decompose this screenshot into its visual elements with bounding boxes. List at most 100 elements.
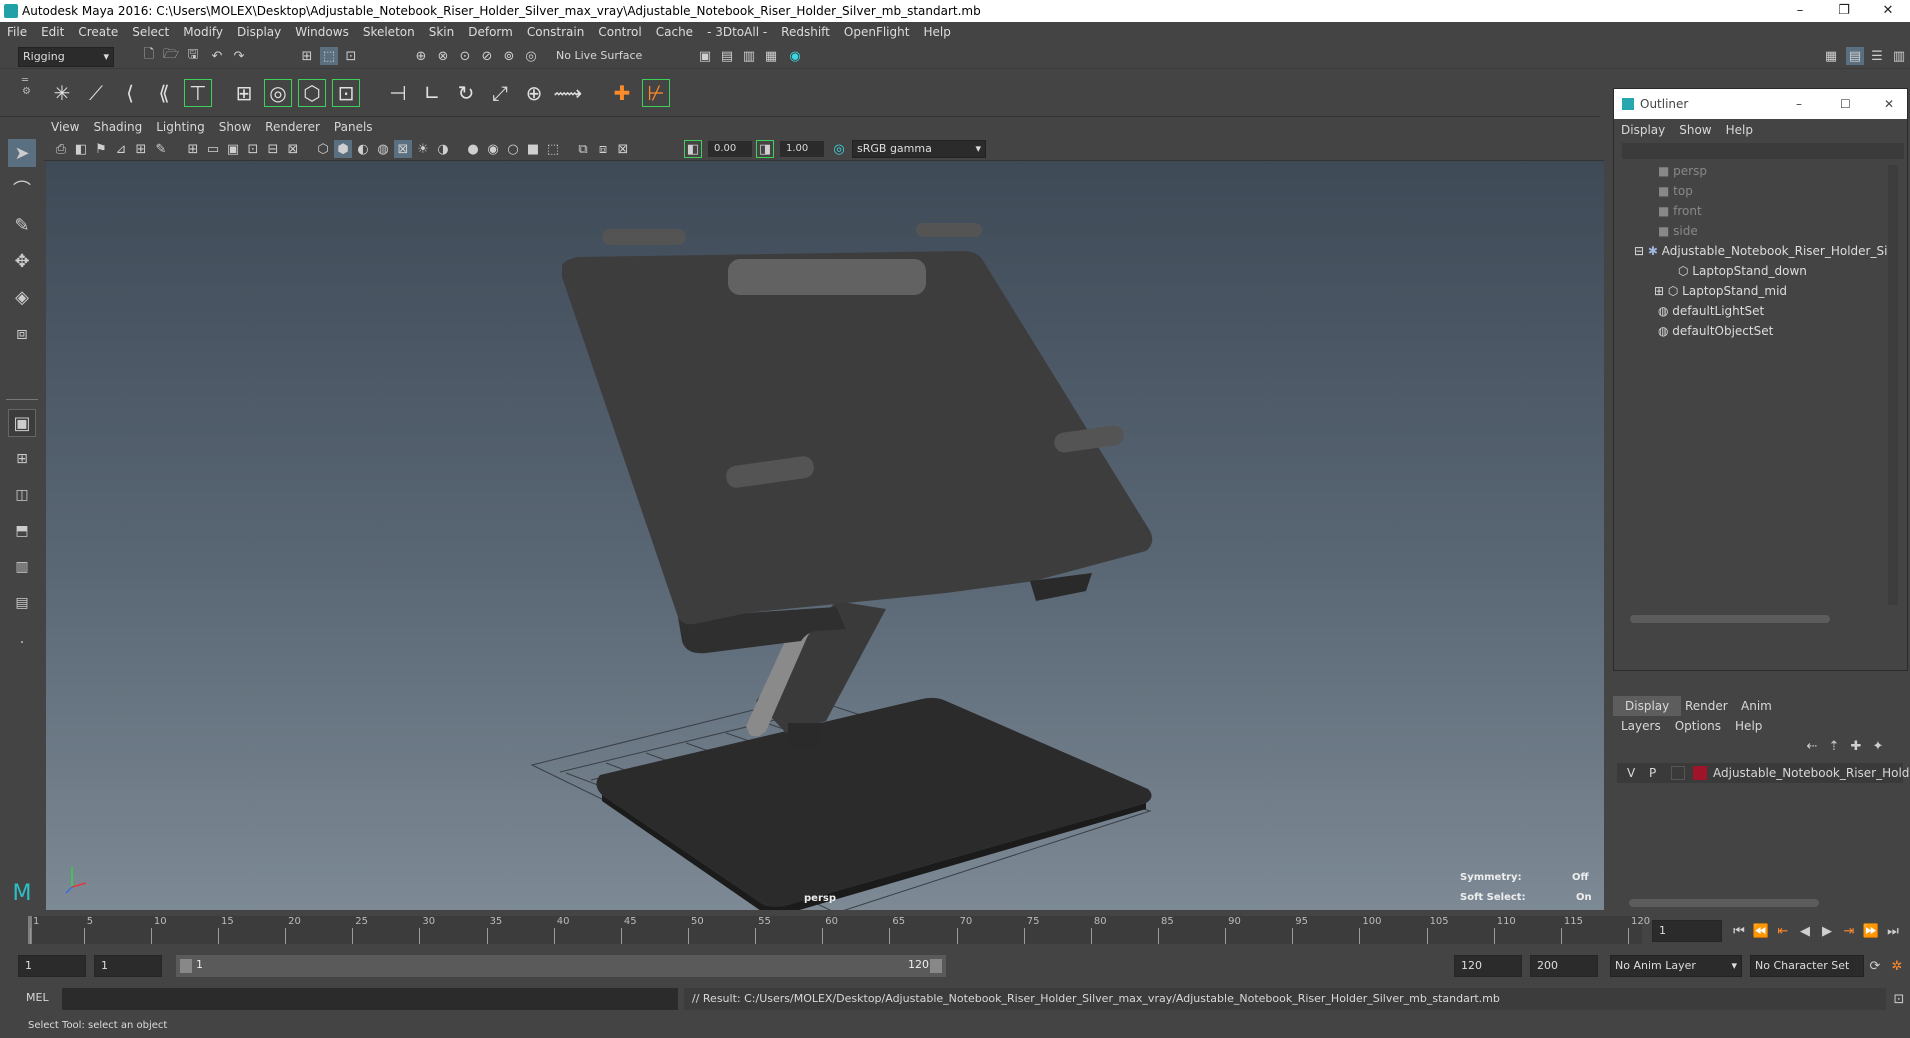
outliner-menu-show[interactable]: Show <box>1672 119 1718 141</box>
outliner-item-side[interactable]: ■ side <box>1658 221 1698 241</box>
scale-constraint-icon[interactable]: ⤢ <box>486 79 514 107</box>
hypershade-icon[interactable]: ◉ <box>786 47 804 65</box>
isolate-select-icon[interactable]: ⬚ <box>544 140 562 158</box>
grid-toggle-icon[interactable]: ⊞ <box>184 140 202 158</box>
menu-skin[interactable]: Skin <box>422 22 462 43</box>
range-end-handle[interactable] <box>930 959 942 973</box>
menu-deform[interactable]: Deform <box>461 22 520 43</box>
outliner-layout-icon[interactable]: ▤ <box>8 589 36 617</box>
outliner-item-root-group[interactable]: ⊟ ✱ Adjustable_Notebook_Riser_Holder_Sil… <box>1634 241 1898 261</box>
layer-menu-help[interactable]: Help <box>1735 719 1762 733</box>
select-object-icon[interactable]: ⬚ <box>320 47 338 65</box>
panel-menu-lighting[interactable]: Lighting <box>149 117 212 137</box>
snap-view-icon[interactable]: ⊘ <box>478 47 496 65</box>
menu-skeleton[interactable]: Skeleton <box>356 22 422 43</box>
graph-editor-layout-icon[interactable]: ▥ <box>8 553 36 581</box>
stacked-layout-icon[interactable]: ⬒ <box>8 517 36 545</box>
move-tool-icon[interactable]: ✥ <box>8 247 36 275</box>
pole-vector-icon[interactable]: ⟿ <box>554 79 583 107</box>
exposure-field[interactable]: 0.00 <box>708 141 752 157</box>
range-slider[interactable]: 1 120 <box>176 955 946 977</box>
menu-redshift[interactable]: Redshift <box>774 22 837 43</box>
close-icon[interactable]: ✕ <box>1884 89 1894 119</box>
collapse-icon[interactable]: ⊟ <box>1634 244 1648 258</box>
use-default-material-icon[interactable]: ◐ <box>354 140 372 158</box>
new-layer-selected-icon[interactable]: ✦ <box>1869 737 1887 755</box>
play-backward-icon[interactable]: ◀ <box>1796 922 1814 940</box>
layer-tab-display[interactable]: Display <box>1613 696 1682 716</box>
four-pane-layout-icon[interactable]: ⊞ <box>8 445 36 473</box>
go-to-start-icon[interactable]: ⏮ <box>1730 922 1748 940</box>
command-input[interactable] <box>62 988 678 1010</box>
menu-constrain[interactable]: Constrain <box>520 22 592 43</box>
lights-icon[interactable]: ☀ <box>414 140 432 158</box>
snap-point-icon[interactable]: ⊙ <box>456 47 474 65</box>
render-sequence-icon[interactable]: ▤ <box>718 47 736 65</box>
paint-select-tool-icon[interactable]: ✎ <box>8 211 36 239</box>
safe-action-icon[interactable]: ⊟ <box>264 140 282 158</box>
menu-cache[interactable]: Cache <box>649 22 700 43</box>
new-layer-icon[interactable]: ✚ <box>1847 737 1865 755</box>
mirror-joint-icon[interactable]: ⟪ <box>150 79 178 107</box>
render-settings-icon[interactable]: ▦ <box>762 47 780 65</box>
play-forward-icon[interactable]: ▶ <box>1818 922 1836 940</box>
workspace-icon[interactable]: ▦ <box>1822 47 1840 65</box>
lasso-tool-icon[interactable]: ⌒ <box>8 175 36 203</box>
menu-help[interactable]: Help <box>916 22 957 43</box>
screen-space-ao-icon[interactable]: ● <box>464 140 482 158</box>
safe-title-icon[interactable]: ⊠ <box>284 140 302 158</box>
menu-edit[interactable]: Edit <box>34 22 71 43</box>
playback-start-field[interactable]: 1 <box>94 955 162 977</box>
ik-spline-icon[interactable]: ⟨ <box>116 79 144 107</box>
scale-tool-icon[interactable]: ⧈ <box>8 319 36 347</box>
auto-key-icon[interactable]: ⟳ <box>1866 957 1884 975</box>
menu-3dtoall[interactable]: - 3DtoAll - <box>700 22 774 43</box>
playback-end-field[interactable]: 120 <box>1454 955 1522 977</box>
point-constraint-icon[interactable]: ∟ <box>418 79 446 107</box>
exposure-icon[interactable]: ◧ <box>684 140 702 158</box>
menu-openflight[interactable]: OpenFlight <box>837 22 917 43</box>
bookmark-icon[interactable]: ⚑ <box>92 140 110 158</box>
shelf-tab-handle-icon[interactable]: ═ ⚙ <box>22 75 31 97</box>
outliner-item-persp[interactable]: ■ persp <box>1658 161 1707 181</box>
shadows-icon[interactable]: ◑ <box>434 140 452 158</box>
orient-joint-icon[interactable]: ⊤ <box>184 79 212 107</box>
panel-menu-renderer[interactable]: Renderer <box>258 117 327 137</box>
layer-horizontal-scrollbar[interactable] <box>1629 899 1819 907</box>
film-gate-icon[interactable]: ⊞ <box>132 140 150 158</box>
ipr-render-icon[interactable]: ▥ <box>740 47 758 65</box>
outliner-menu-help[interactable]: Help <box>1719 119 1760 141</box>
select-hierarchy-icon[interactable]: ⊞ <box>298 47 316 65</box>
tool-settings-toggle-icon[interactable]: ▥ <box>1890 47 1908 65</box>
outliner-search-input[interactable] <box>1622 143 1904 159</box>
layer-row[interactable]: V P Adjustable_Notebook_Riser_Holder <box>1617 763 1910 783</box>
gamma-icon[interactable]: ◨ <box>756 140 774 158</box>
menu-display[interactable]: Display <box>230 22 288 43</box>
gate-mask-icon[interactable]: ▣ <box>224 140 242 158</box>
command-language-toggle[interactable]: MEL <box>26 991 49 1004</box>
attribute-editor-toggle-icon[interactable]: ☰ <box>1868 47 1886 65</box>
maximize-icon[interactable]: ☐ <box>1840 89 1851 119</box>
grease-pencil-icon[interactable]: ✎ <box>152 140 170 158</box>
layer-menu-layers[interactable]: Layers <box>1621 719 1661 733</box>
paint-weights-icon[interactable]: ⬡ <box>298 79 326 107</box>
layer-color-swatch[interactable] <box>1693 766 1707 780</box>
cluster-icon[interactable]: ⊬ <box>642 79 670 107</box>
side-dock-tabs[interactable] <box>1896 120 1908 380</box>
camera-icon[interactable]: ⎙ <box>52 140 70 158</box>
range-start-handle[interactable] <box>180 959 192 973</box>
panel-menu-show[interactable]: Show <box>212 117 258 137</box>
textured-icon[interactable]: ⊠ <box>394 140 412 158</box>
new-scene-icon[interactable]: 🗋 <box>140 47 158 65</box>
outliner-item-defaultobjectset[interactable]: ◍ defaultObjectSet <box>1658 321 1773 341</box>
rotate-tool-icon[interactable]: ◈ <box>8 283 36 311</box>
preferences-icon[interactable]: ✲ <box>1888 957 1906 975</box>
persp-viewport[interactable]: persp Symmetry: Off Soft Select: On <box>46 161 1604 910</box>
restore-button[interactable]: ❐ <box>1822 0 1866 22</box>
locator-icon[interactable]: ✚ <box>608 79 636 107</box>
outliner-menu-display[interactable]: Display <box>1614 119 1672 141</box>
move-layer-up-icon[interactable]: ⇠ <box>1803 737 1821 755</box>
save-scene-icon[interactable]: 🖫 <box>184 47 202 65</box>
aim-constraint-icon[interactable]: ⊕ <box>520 79 548 107</box>
menu-create[interactable]: Create <box>71 22 125 43</box>
